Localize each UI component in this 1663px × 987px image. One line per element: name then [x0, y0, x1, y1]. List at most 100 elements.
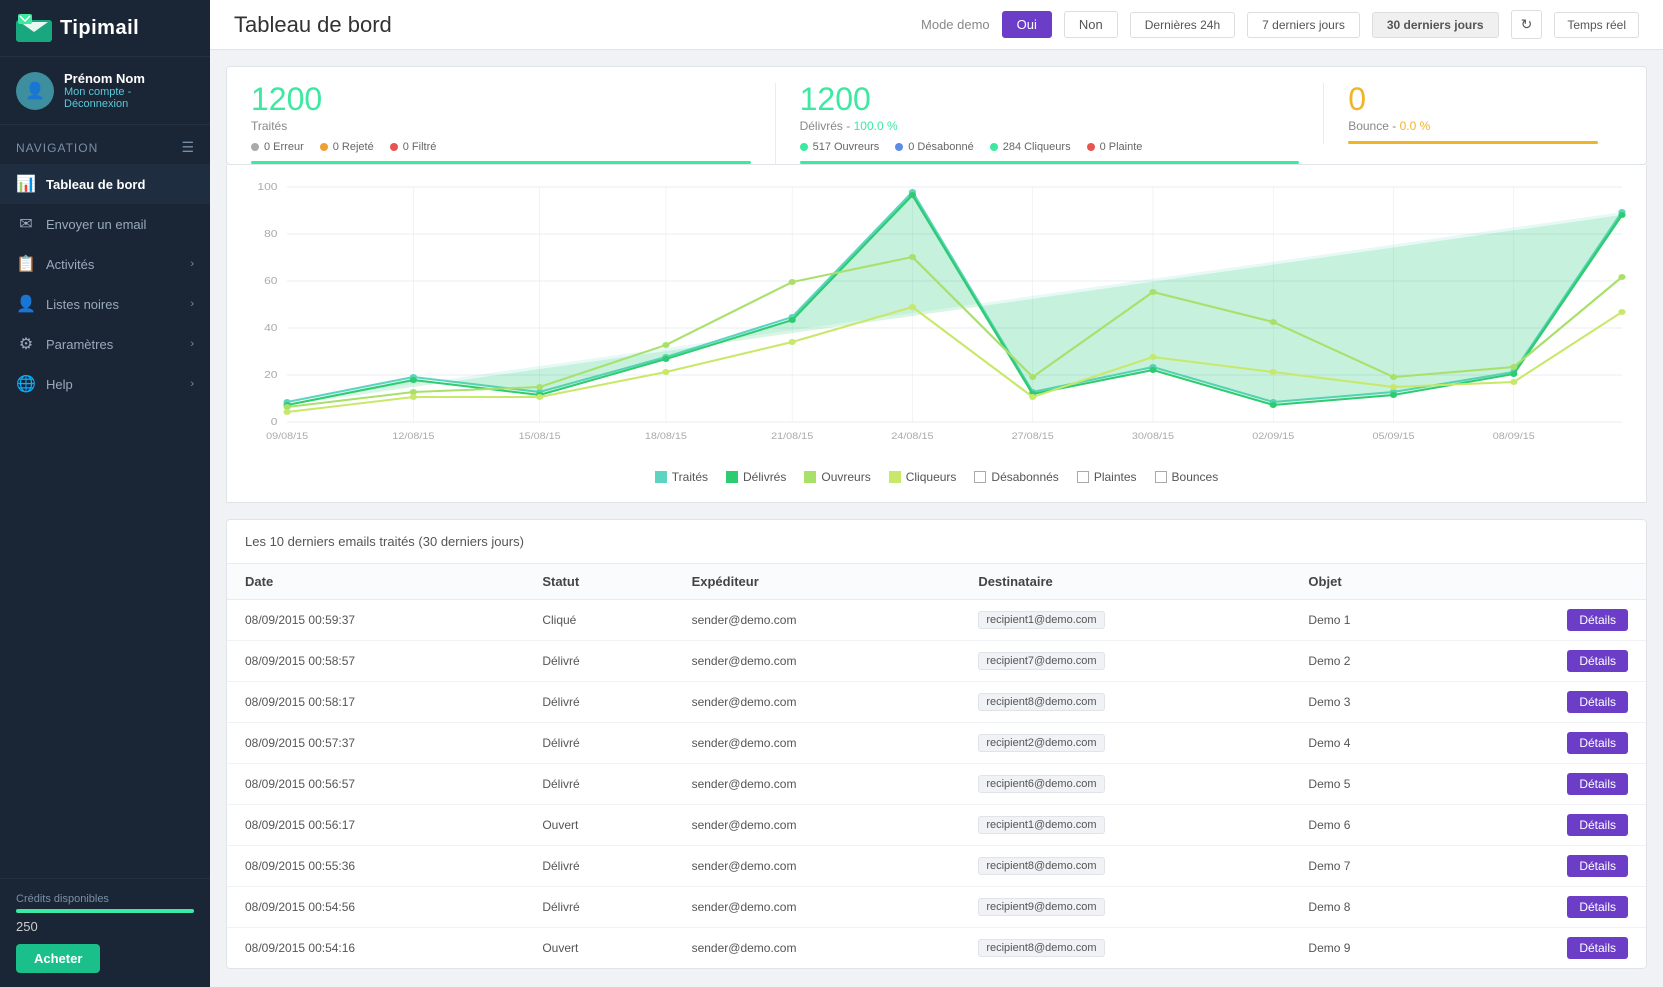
cell-date: 08/09/2015 00:58:57	[227, 641, 524, 682]
cell-destinataire: recipient1@demo.com	[960, 805, 1290, 846]
legend-traites[interactable]: Traités	[655, 470, 708, 484]
cell-date: 08/09/2015 00:56:17	[227, 805, 524, 846]
cell-expediteur: sender@demo.com	[674, 928, 961, 969]
cell-expediteur: sender@demo.com	[674, 600, 961, 641]
cell-statut: Cliqué	[524, 600, 673, 641]
detail-button[interactable]: Détails	[1567, 732, 1628, 754]
mode-oui-button[interactable]: Oui	[1002, 11, 1052, 38]
detail-button[interactable]: Détails	[1567, 896, 1628, 918]
cell-date: 08/09/2015 00:55:36	[227, 846, 524, 887]
dot-orange	[320, 143, 328, 151]
stat-plainte: 0 Plainte	[1087, 141, 1143, 153]
stat-filtre: 0 Filtré	[390, 141, 437, 153]
cell-objet: Demo 1	[1290, 600, 1449, 641]
cell-actions: Détails	[1449, 887, 1646, 928]
cell-destinataire: recipient7@demo.com	[960, 641, 1290, 682]
cell-destinataire: recipient8@demo.com	[960, 928, 1290, 969]
chart-area: 100 80 60 40 20 0	[226, 165, 1647, 503]
detail-button[interactable]: Détails	[1567, 773, 1628, 795]
detail-button[interactable]: Détails	[1567, 855, 1628, 877]
refresh-button[interactable]: ↻	[1511, 10, 1543, 39]
realtime-button[interactable]: Temps réel	[1554, 12, 1639, 38]
svg-text:30/08/15: 30/08/15	[1132, 432, 1175, 442]
detail-button[interactable]: Détails	[1567, 691, 1628, 713]
sidebar-item-help[interactable]: 🌐 Help ›	[0, 364, 210, 404]
blacklist-icon: 👤	[16, 294, 36, 314]
time-7days-button[interactable]: 7 derniers jours	[1247, 12, 1360, 38]
cell-objet: Demo 9	[1290, 928, 1449, 969]
stats-panel: 1200 Traités 0 Erreur 0 Rejeté 0 Filtré	[226, 66, 1647, 165]
mode-non-button[interactable]: Non	[1064, 11, 1118, 38]
user-area: 👤 Prénom Nom Mon compte - Déconnexion	[0, 57, 210, 125]
cell-objet: Demo 5	[1290, 764, 1449, 805]
detail-button[interactable]: Détails	[1567, 937, 1628, 959]
cell-statut: Délivré	[524, 723, 673, 764]
user-account-link[interactable]: Mon compte - Déconnexion	[64, 86, 194, 110]
time-30days-button[interactable]: 30 derniers jours	[1372, 12, 1499, 38]
sidebar-item-dashboard[interactable]: 📊 Tableau de bord	[0, 164, 210, 204]
chevron-right-icon: ›	[190, 338, 194, 350]
cell-objet: Demo 3	[1290, 682, 1449, 723]
settings-icon: ⚙	[16, 334, 36, 354]
legend-desabonnes[interactable]: Désabonnés	[974, 470, 1058, 484]
legend-delivres[interactable]: Délivrés	[726, 470, 786, 484]
detail-button[interactable]: Détails	[1567, 609, 1628, 631]
sidebar-item-settings[interactable]: ⚙ Paramètres ›	[0, 324, 210, 364]
top-header: Tableau de bord Mode demo Oui Non Derniè…	[210, 0, 1663, 50]
table-title: Les 10 derniers emails traités (30 derni…	[227, 520, 1646, 564]
sidebar-item-send-email[interactable]: ✉ Envoyer un email	[0, 204, 210, 244]
stat-delivres: 1200 Délivrés - 100.0 % 517 Ouvreurs 0 D…	[775, 83, 1324, 164]
stat-cliqueurs: 284 Cliqueurs	[990, 141, 1071, 153]
logo-icon	[16, 14, 52, 42]
stat-bounce-number: 0	[1348, 83, 1598, 115]
svg-text:09/08/15: 09/08/15	[266, 432, 309, 442]
cell-actions: Détails	[1449, 805, 1646, 846]
detail-button[interactable]: Détails	[1567, 650, 1628, 672]
cell-statut: Délivré	[524, 682, 673, 723]
cell-expediteur: sender@demo.com	[674, 764, 961, 805]
stat-erreur: 0 Erreur	[251, 141, 304, 153]
cell-statut: Ouvert	[524, 928, 673, 969]
legend-plaintes[interactable]: Plaintes	[1077, 470, 1137, 484]
chevron-right-icon: ›	[190, 298, 194, 310]
sidebar-item-label: Activités	[46, 257, 180, 272]
stat-rejete: 0 Rejeté	[320, 141, 374, 153]
legend-bounces[interactable]: Bounces	[1155, 470, 1219, 484]
stat-bounce-label: Bounce - 0.0 %	[1348, 119, 1598, 133]
sidebar-item-label: Envoyer un email	[46, 217, 194, 232]
chevron-right-icon: ›	[190, 378, 194, 390]
stat-ouvreurs: 517 Ouvreurs	[800, 141, 880, 153]
table-row: 08/09/2015 00:58:17 Délivré sender@demo.…	[227, 682, 1646, 723]
svg-text:80: 80	[264, 229, 277, 240]
legend-ouvreurs[interactable]: Ouvreurs	[804, 470, 870, 484]
svg-text:0: 0	[271, 417, 278, 428]
cell-actions: Détails	[1449, 641, 1646, 682]
sidebar-item-blacklists[interactable]: 👤 Listes noires ›	[0, 284, 210, 324]
legend-box-bounces	[1155, 471, 1167, 483]
sidebar-item-activities[interactable]: 📋 Activités ›	[0, 244, 210, 284]
detail-button[interactable]: Détails	[1567, 814, 1628, 836]
credits-area: Crédits disponibles 250 Acheter	[0, 878, 210, 987]
col-actions	[1449, 564, 1646, 600]
cell-actions: Détails	[1449, 764, 1646, 805]
table-row: 08/09/2015 00:56:57 Délivré sender@demo.…	[227, 764, 1646, 805]
cell-destinataire: recipient8@demo.com	[960, 682, 1290, 723]
buy-button[interactable]: Acheter	[16, 944, 100, 973]
col-destinataire: Destinataire	[960, 564, 1290, 600]
cell-date: 08/09/2015 00:54:16	[227, 928, 524, 969]
chevron-right-icon: ›	[190, 258, 194, 270]
cell-statut: Ouvert	[524, 805, 673, 846]
table-row: 08/09/2015 00:54:16 Ouvert sender@demo.c…	[227, 928, 1646, 969]
svg-text:40: 40	[264, 323, 277, 334]
table-row: 08/09/2015 00:57:37 Délivré sender@demo.…	[227, 723, 1646, 764]
cell-date: 08/09/2015 00:54:56	[227, 887, 524, 928]
cell-objet: Demo 6	[1290, 805, 1449, 846]
table-header-row: Date Statut Expéditeur Destinataire Obje…	[227, 564, 1646, 600]
time-24h-button[interactable]: Dernières 24h	[1130, 12, 1235, 38]
legend-cliqueurs[interactable]: Cliqueurs	[889, 470, 957, 484]
legend-box-desabonnes	[974, 471, 986, 483]
cell-actions: Détails	[1449, 600, 1646, 641]
legend-label-plaintes: Plaintes	[1094, 470, 1137, 484]
nav-menu-icon[interactable]: ☰	[181, 139, 194, 156]
svg-text:21/08/15: 21/08/15	[771, 432, 814, 442]
